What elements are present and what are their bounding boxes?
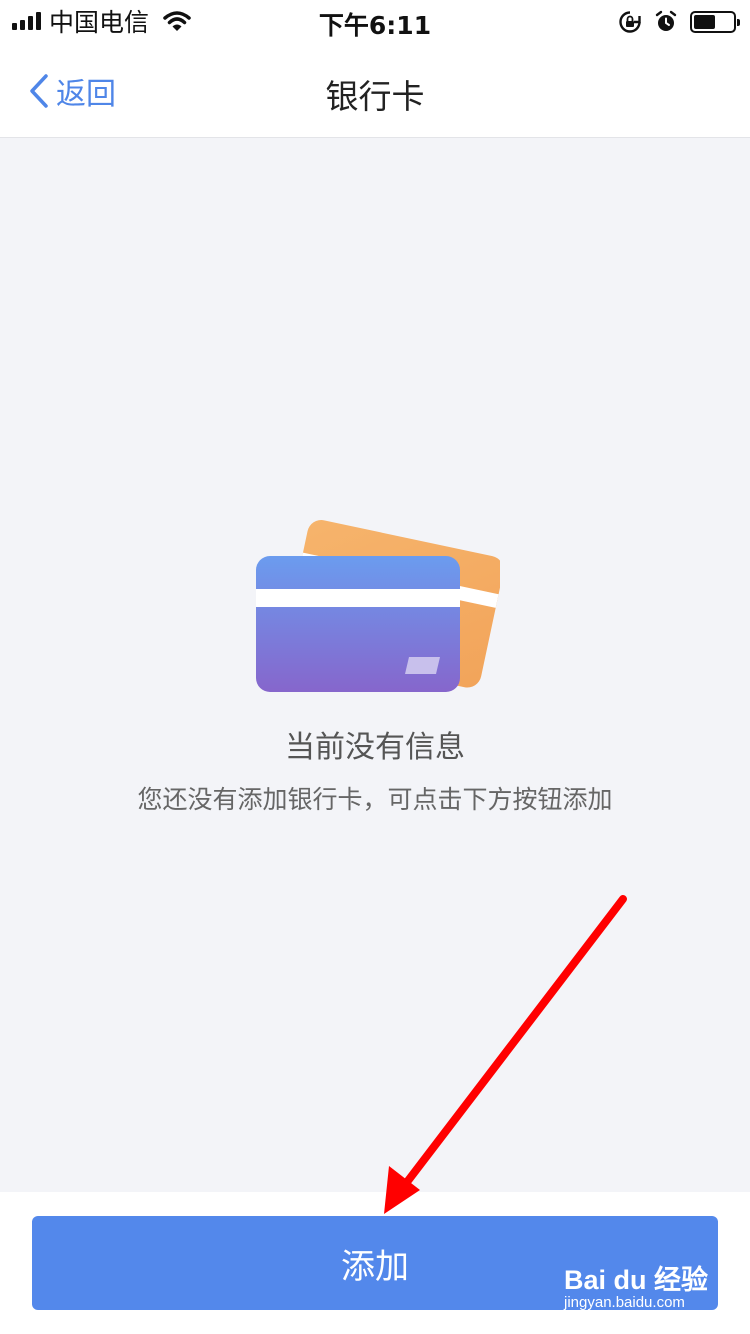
rotation-lock-icon [619,11,641,33]
alarm-icon [655,10,677,31]
empty-state-description: 您还没有添加银行卡，可点击下方按钮添加 [137,785,613,814]
empty-state: 当前没有信息 您还没有添加银行卡，可点击下方按钮添加 [0,138,750,1192]
watermark-url: jingyan.baidu.com [564,1294,685,1311]
navigation-bar: 返回 银行卡 [0,42,750,138]
status-bar: 中国电信 下午6:11 [0,0,750,42]
empty-state-title: 当前没有信息 [285,730,465,765]
battery-icon [690,11,740,33]
battery-level [694,15,715,29]
watermark-brand: Bai du 经验 [564,1265,709,1295]
status-right [618,7,740,37]
baidu-watermark: Bai du 经验 jingyan.baidu.com [564,1256,714,1320]
bank-card-illustration [256,520,500,692]
page-title: 银行卡 [325,77,425,116]
